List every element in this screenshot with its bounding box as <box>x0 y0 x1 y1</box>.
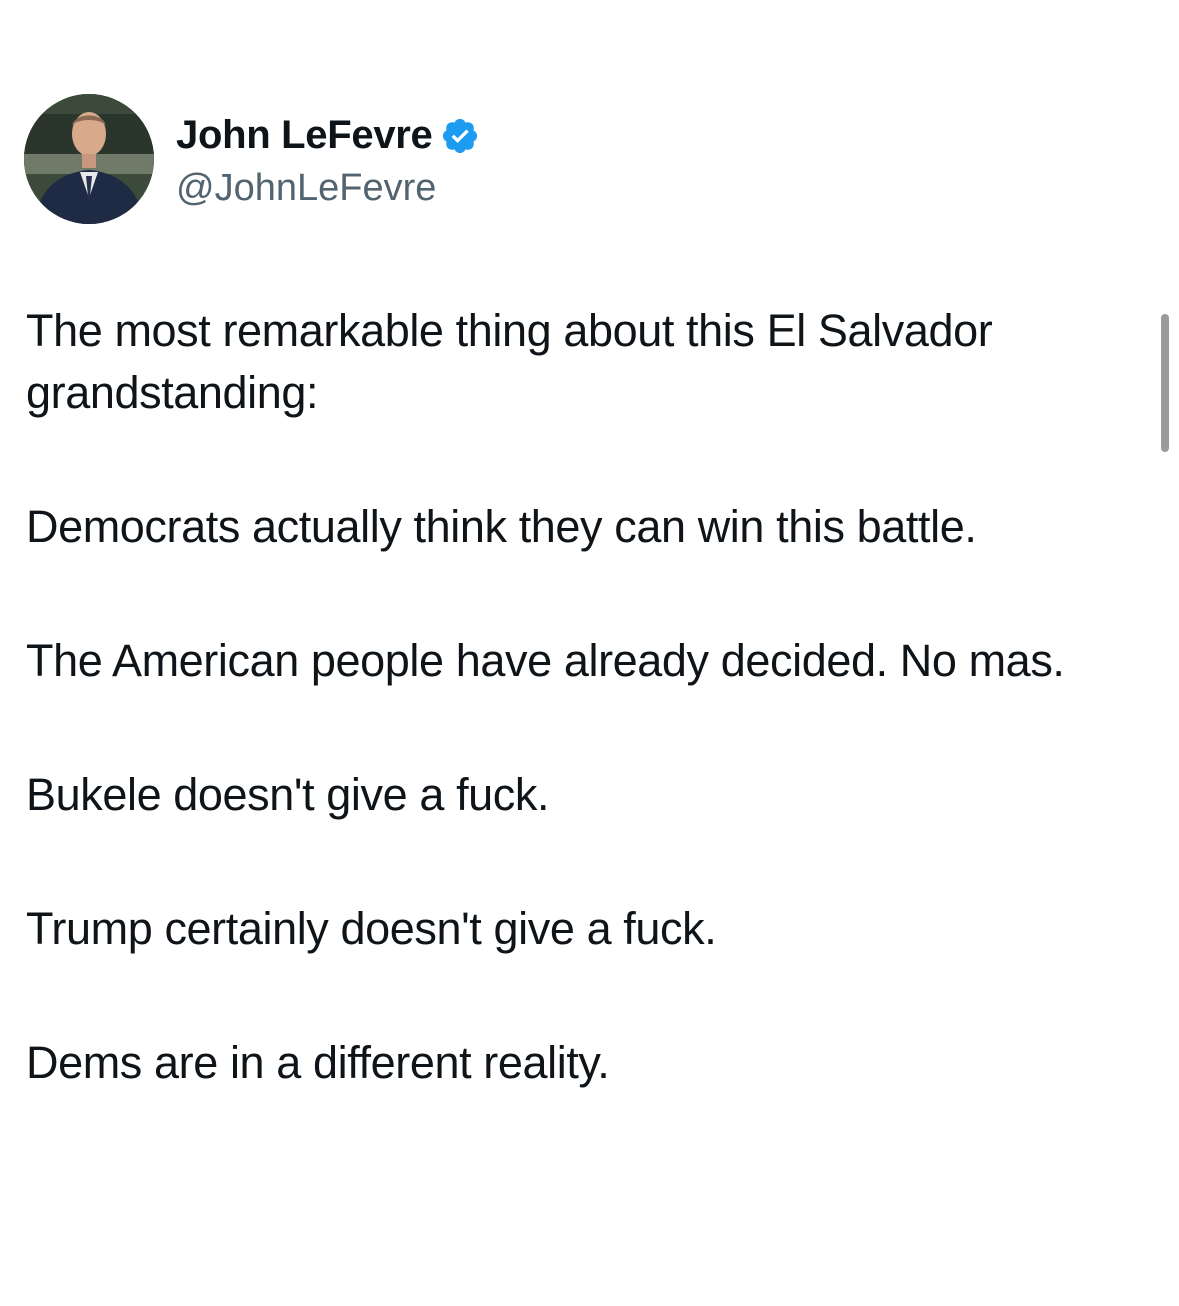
tweet-header: John LeFevre @JohnLeFevre <box>24 94 480 224</box>
author-identity: John LeFevre @JohnLeFevre <box>176 109 480 210</box>
name-row: John LeFevre <box>176 109 480 163</box>
author-display-name[interactable]: John LeFevre <box>176 113 433 158</box>
author-handle[interactable]: @JohnLeFevre <box>176 167 480 210</box>
tweet-paragraph: Bukele doesn't give a fuck. <box>26 769 550 820</box>
tweet-text: The most remarkable thing about this El … <box>26 300 1136 1166</box>
tweet-paragraph: Trump certainly doesn't give a fuck. <box>26 903 717 954</box>
tweet-paragraph: Dems are in a different reality. <box>26 1037 610 1088</box>
profile-photo-icon <box>24 94 154 224</box>
verified-badge-icon[interactable] <box>440 116 480 156</box>
tweet-paragraph: The American people have already decided… <box>26 635 1065 686</box>
tweet-paragraph: The most remarkable thing about this El … <box>26 305 993 418</box>
tweet-card: John LeFevre @JohnLeFevre The most remar… <box>0 0 1179 1306</box>
tweet-paragraph: Democrats actually think they can win th… <box>26 501 977 552</box>
avatar[interactable] <box>24 94 154 224</box>
scrollbar-thumb[interactable] <box>1161 314 1169 452</box>
